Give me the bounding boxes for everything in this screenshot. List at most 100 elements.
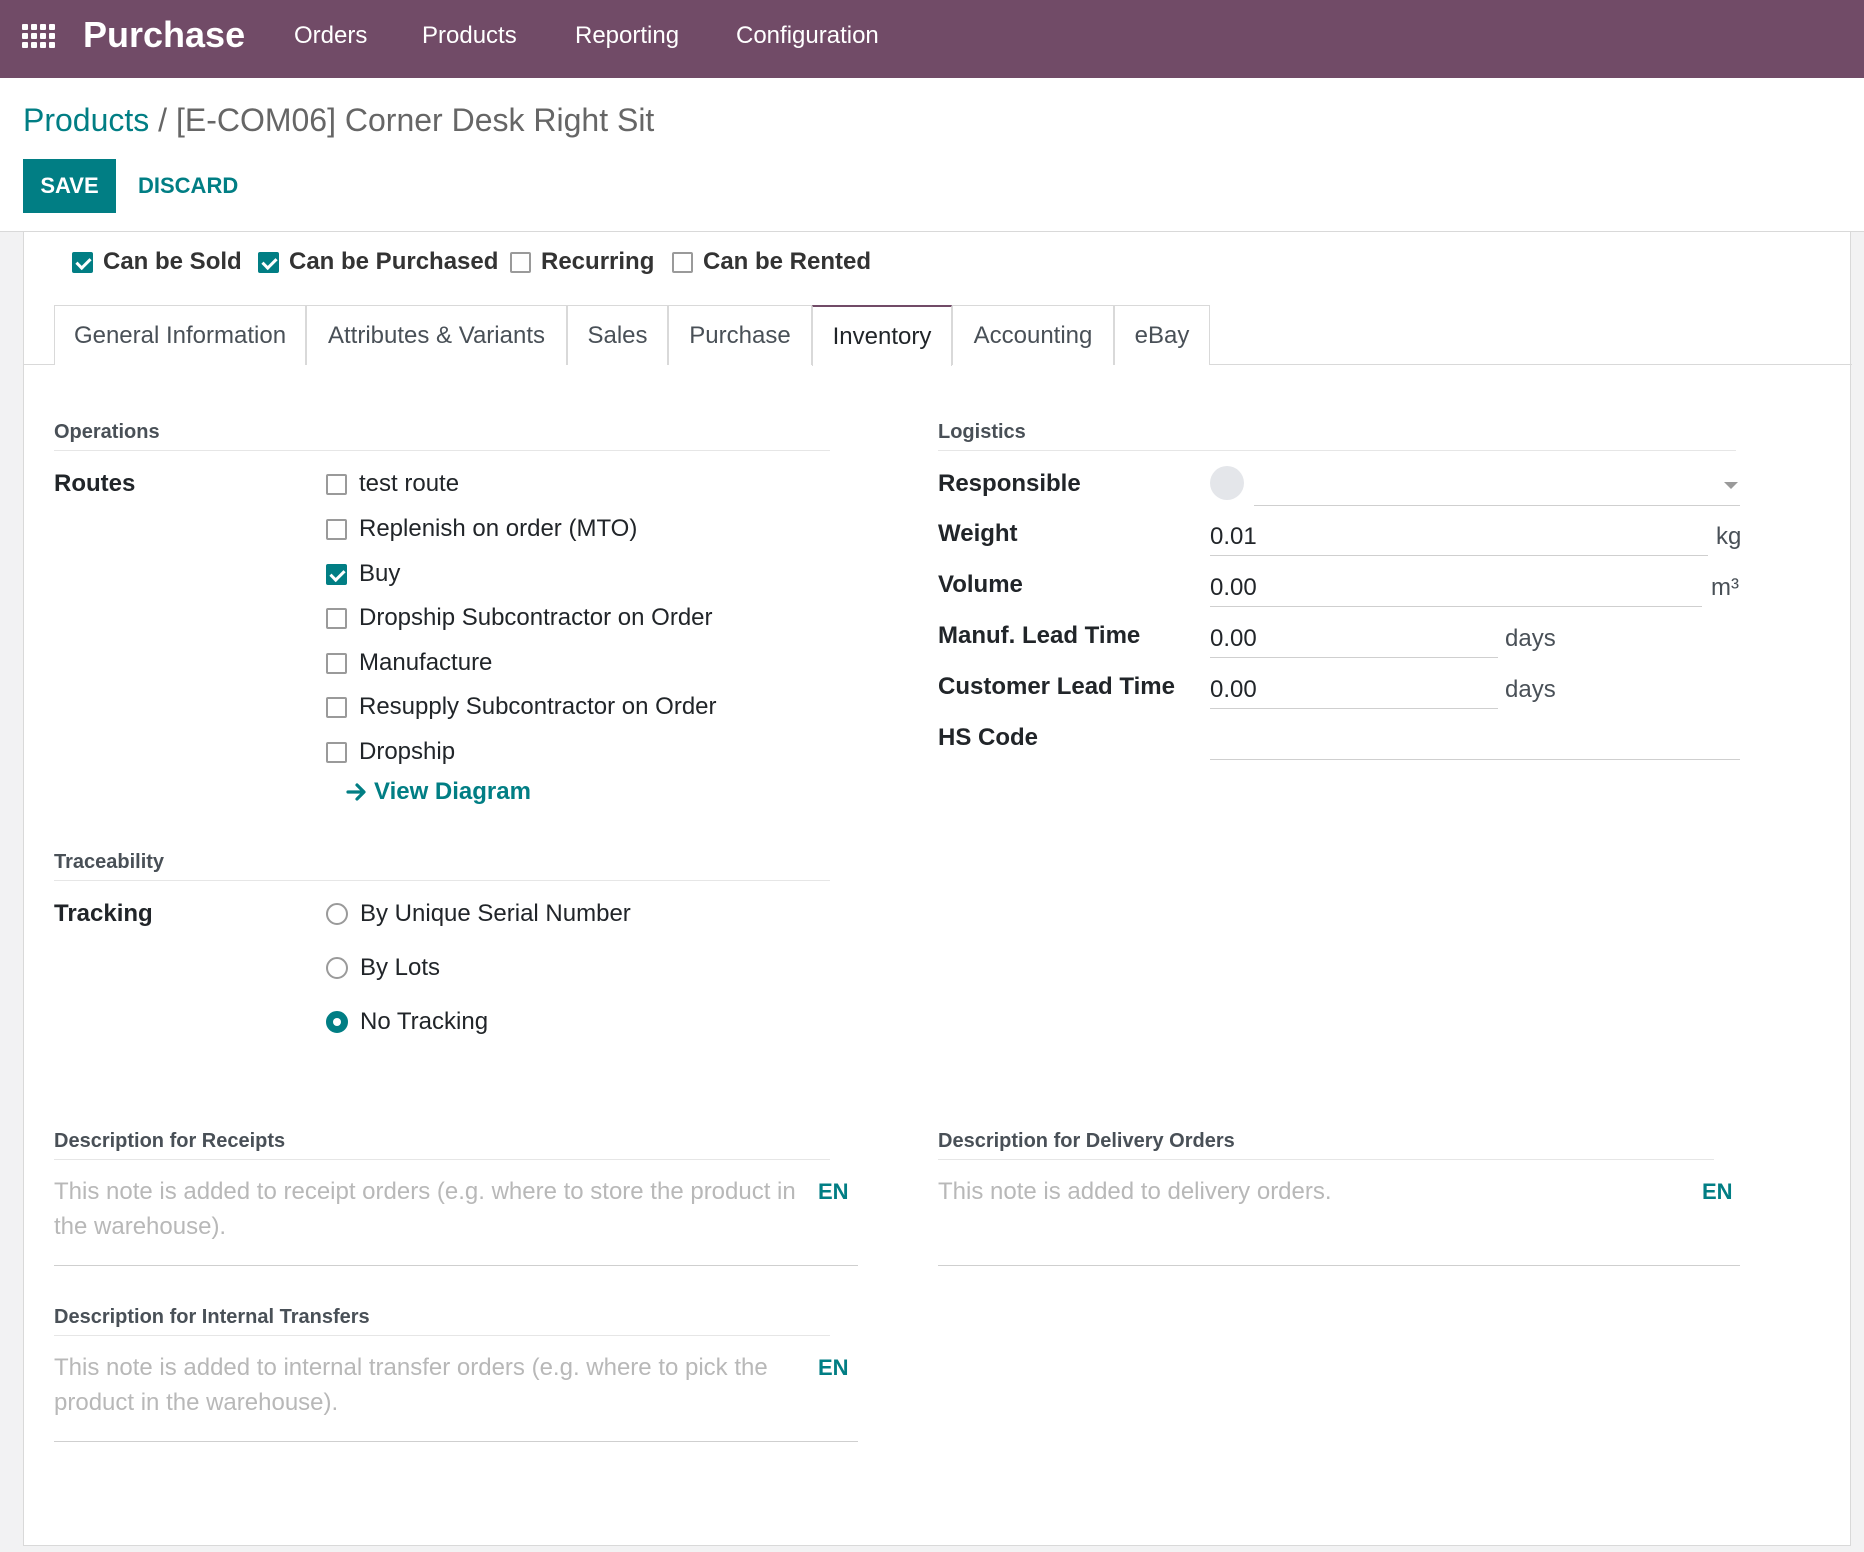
- manuf-lead-time-underline: [1210, 657, 1498, 658]
- checkbox-unchecked-icon[interactable]: [326, 741, 347, 763]
- internal-description-title: Description for Internal Transfers: [54, 1306, 370, 1328]
- tracking-serial-number-radio[interactable]: By Unique Serial Number: [326, 900, 631, 928]
- checkbox-unchecked-icon[interactable]: [326, 473, 347, 495]
- volume-underline: [1210, 606, 1702, 607]
- receipts-lang-button[interactable]: EN: [818, 1179, 849, 1205]
- checkbox-checked-icon[interactable]: [72, 251, 93, 273]
- delivery-underline: [938, 1265, 1740, 1266]
- weight-label: Weight: [938, 520, 1018, 547]
- traceability-divider: [54, 880, 830, 881]
- can-be-rented-checkbox[interactable]: Can be Rented: [672, 248, 871, 276]
- checkbox-unchecked-icon[interactable]: [326, 607, 347, 629]
- menu-products[interactable]: Products: [422, 22, 517, 50]
- route-buy[interactable]: Buy: [326, 560, 400, 588]
- can-be-purchased-checkbox[interactable]: Can be Purchased: [258, 248, 498, 276]
- delivery-lang-button[interactable]: EN: [1702, 1179, 1733, 1205]
- tab-inventory[interactable]: Inventory: [812, 305, 952, 366]
- tab-sales[interactable]: Sales: [567, 305, 668, 365]
- volume-unit: m³: [1711, 574, 1739, 601]
- weight-unit: kg: [1716, 523, 1742, 550]
- route-replenish-mto[interactable]: Replenish on order (MTO): [326, 515, 637, 543]
- recurring-label: Recurring: [541, 248, 655, 275]
- checkbox-checked-icon[interactable]: [326, 563, 347, 585]
- checkbox-unchecked-icon[interactable]: [510, 251, 531, 273]
- checkbox-unchecked-icon[interactable]: [326, 518, 347, 540]
- customer-lead-time-input[interactable]: 0.00: [1210, 676, 1257, 704]
- menu-orders[interactable]: Orders: [294, 22, 367, 50]
- traceability-section-title: Traceability: [54, 851, 165, 873]
- tab-purchase[interactable]: Purchase: [668, 305, 812, 365]
- receipts-placeholder-line2: the warehouse).: [54, 1213, 227, 1240]
- route-label: Replenish on order (MTO): [359, 515, 638, 542]
- view-diagram-link[interactable]: View Diagram: [346, 778, 531, 806]
- route-resupply-subcontractor[interactable]: Resupply Subcontractor on Order: [326, 693, 717, 721]
- checkbox-unchecked-icon[interactable]: [326, 696, 347, 718]
- tab-ebay[interactable]: eBay: [1114, 305, 1210, 365]
- volume-input[interactable]: 0.00: [1210, 574, 1257, 602]
- receipts-divider: [54, 1159, 830, 1160]
- checkbox-unchecked-icon[interactable]: [672, 251, 693, 273]
- can-be-purchased-label: Can be Purchased: [289, 248, 499, 275]
- manuf-lead-time-unit: days: [1505, 625, 1556, 652]
- route-dropship[interactable]: Dropship: [326, 738, 455, 766]
- recurring-checkbox[interactable]: Recurring: [510, 248, 654, 276]
- breadcrumb-products-link[interactable]: Products: [23, 102, 149, 138]
- internal-divider: [54, 1335, 830, 1336]
- tracking-label: Tracking: [54, 900, 153, 927]
- customer-lead-time-label: Customer Lead Time: [938, 673, 1175, 700]
- breadcrumb-separator: /: [158, 102, 168, 138]
- tracking-none-radio[interactable]: No Tracking: [326, 1008, 488, 1036]
- internal-underline: [54, 1441, 858, 1442]
- route-label: test route: [359, 470, 460, 497]
- save-button[interactable]: SAVE: [23, 159, 116, 213]
- responsible-underline: [1254, 505, 1740, 506]
- manuf-lead-time-input[interactable]: 0.00: [1210, 625, 1257, 653]
- checkbox-checked-icon[interactable]: [258, 251, 279, 273]
- chevron-down-icon[interactable]: [1724, 482, 1738, 489]
- weight-underline: [1210, 555, 1708, 556]
- control-panel: Products / [E-COM06] Corner Desk Right S…: [0, 78, 1864, 232]
- breadcrumb: Products / [E-COM06] Corner Desk Right S…: [23, 102, 654, 139]
- checkbox-unchecked-icon[interactable]: [326, 652, 347, 674]
- tracking-lots-radio[interactable]: By Lots: [326, 954, 440, 982]
- internal-description-input[interactable]: This note is added to internal transfer …: [54, 1350, 814, 1420]
- can-be-sold-checkbox[interactable]: Can be Sold: [72, 248, 242, 276]
- route-manufacture[interactable]: Manufacture: [326, 649, 492, 677]
- internal-placeholder-line1: This note is added to internal transfer …: [54, 1354, 768, 1381]
- menu-configuration[interactable]: Configuration: [736, 22, 879, 50]
- manuf-lead-time-label: Manuf. Lead Time: [938, 622, 1141, 649]
- receipts-underline: [54, 1265, 858, 1266]
- tab-accounting[interactable]: Accounting: [952, 305, 1114, 365]
- volume-label: Volume: [938, 571, 1023, 598]
- receipts-description-title: Description for Receipts: [54, 1130, 286, 1152]
- customer-lead-time-unit: days: [1505, 676, 1556, 703]
- radio-selected-icon[interactable]: [326, 1011, 348, 1033]
- route-label: Buy: [359, 560, 401, 587]
- menu-reporting[interactable]: Reporting: [575, 22, 679, 50]
- operations-divider: [54, 450, 830, 451]
- tab-general-information[interactable]: General Information: [54, 305, 306, 365]
- logistics-section-title: Logistics: [938, 421, 1026, 443]
- internal-lang-button[interactable]: EN: [818, 1355, 849, 1381]
- weight-input[interactable]: 0.01: [1210, 523, 1257, 551]
- tracking-option-label: No Tracking: [360, 1008, 489, 1035]
- radio-unselected-icon[interactable]: [326, 903, 348, 925]
- discard-button[interactable]: DISCARD: [132, 159, 244, 213]
- apps-grid-icon[interactable]: [22, 24, 55, 50]
- route-test-route[interactable]: test route: [326, 470, 459, 498]
- app-name[interactable]: Purchase: [83, 14, 245, 56]
- route-dropship-subcontractor[interactable]: Dropship Subcontractor on Order: [326, 604, 713, 632]
- delivery-divider: [938, 1159, 1714, 1160]
- route-label: Dropship: [359, 738, 456, 765]
- delivery-placeholder-line1: This note is added to delivery orders.: [938, 1178, 1332, 1205]
- radio-unselected-icon[interactable]: [326, 957, 348, 979]
- route-label: Dropship Subcontractor on Order: [359, 604, 713, 631]
- view-diagram-label: View Diagram: [374, 778, 531, 805]
- delivery-description-input[interactable]: This note is added to delivery orders.: [938, 1174, 1678, 1209]
- tab-attributes-variants[interactable]: Attributes & Variants: [306, 305, 567, 365]
- hs-code-label: HS Code: [938, 724, 1039, 751]
- route-label: Manufacture: [359, 649, 493, 676]
- hs-code-underline: [1210, 759, 1740, 760]
- form-sheet: Can be Sold Can be Purchased Recurring C…: [23, 232, 1852, 1546]
- receipts-description-input[interactable]: This note is added to receipt orders (e.…: [54, 1174, 814, 1244]
